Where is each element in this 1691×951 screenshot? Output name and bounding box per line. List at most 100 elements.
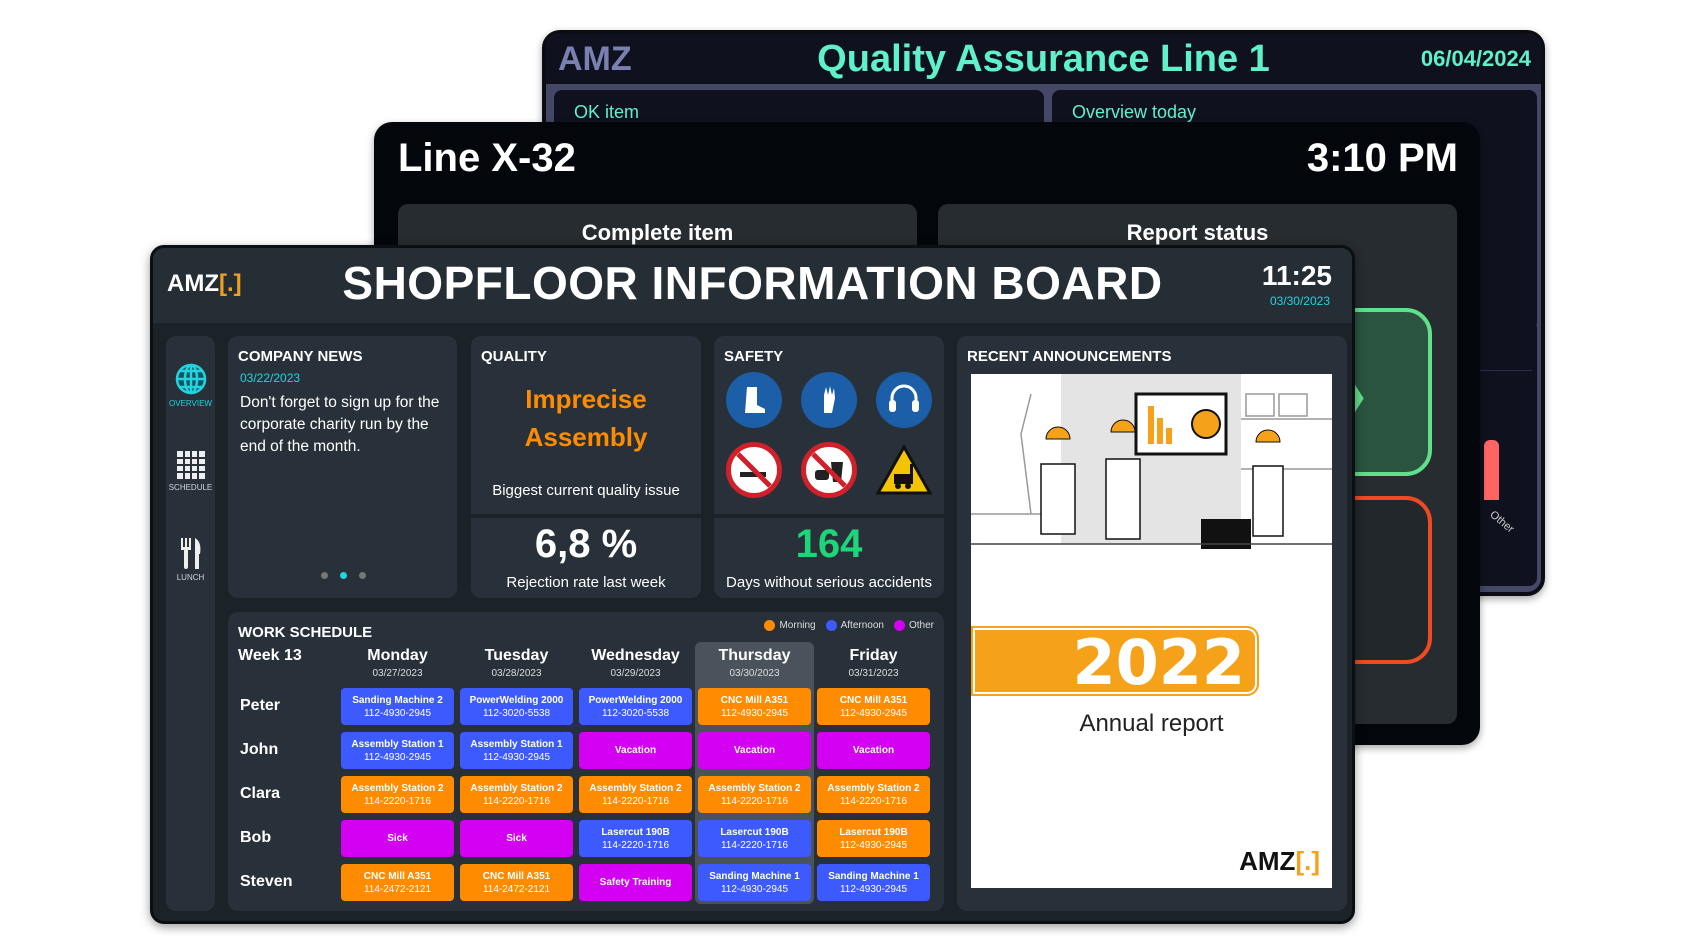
line-time: 3:10 PM — [1306, 136, 1458, 180]
carousel-dot[interactable] — [321, 572, 328, 579]
shift-cell[interactable]: Vacation — [817, 732, 930, 769]
shift-station: Assembly Station 2 — [827, 782, 920, 794]
carousel-dot[interactable] — [359, 572, 366, 579]
globe-icon — [175, 363, 206, 395]
annual-report-cover[interactable]: 2022 Annual report AMZ[.] — [971, 374, 1332, 888]
legend-morning: Morning — [764, 620, 816, 631]
shift-phone: 114-2472-2121 — [363, 883, 432, 895]
year-banner: 2022 — [971, 626, 1259, 699]
shift-station: Safety Training — [599, 877, 672, 888]
shift-station: Sanding Machine 1 — [828, 870, 919, 882]
no-smoking-icon — [726, 442, 782, 498]
board-title: SHOPFLOOR INFORMATION BOARD — [342, 257, 1163, 309]
shift-cell[interactable]: Assembly Station 2 114-2220-1716 — [579, 776, 692, 813]
shift-phone: 114-2220-1716 — [601, 839, 670, 851]
qa-header: AMZ Quality Assurance Line 1 06/04/2024 — [546, 34, 1541, 84]
shift-phone: 114-2220-1716 — [482, 795, 551, 807]
days-without-accidents: 164 — [795, 522, 863, 566]
shift-cell[interactable]: Lasercut 190B 114-2220-1716 — [698, 820, 811, 857]
shift-cell[interactable]: Sick — [460, 820, 573, 857]
shift-cell[interactable]: Sanding Machine 2 112-4930-2945 — [341, 688, 454, 725]
shift-cell[interactable]: Safety Training — [579, 864, 692, 901]
shift-phone: 112-4930-2945 — [720, 883, 789, 895]
qa-date: 06/04/2024 — [1420, 46, 1531, 71]
shift-cell[interactable]: PowerWelding 2000 112-3020-5538 — [460, 688, 573, 725]
forklift-warning-icon — [876, 442, 932, 498]
shift-station: CNC Mill A351 — [363, 870, 432, 882]
shift-cell[interactable]: PowerWelding 2000 112-3020-5538 — [579, 688, 692, 725]
shift-station: Vacation — [733, 745, 776, 756]
shift-cell[interactable]: Assembly Station 2 114-2220-1716 — [341, 776, 454, 813]
shift-station: Assembly Station 2 — [351, 782, 444, 794]
shift-phone: 114-2220-1716 — [720, 839, 789, 851]
rejection-rate-panel: 6,8 % Rejection rate last week — [471, 518, 701, 598]
cover-logo: AMZ[.] — [1239, 846, 1320, 876]
news-date: 03/22/2023 — [240, 371, 301, 385]
legend-other: Other — [893, 620, 934, 631]
sidebar-label: LUNCH — [176, 573, 205, 582]
quality-issue-label: Biggest current quality issue — [492, 482, 680, 499]
shift-cell[interactable]: CNC Mill A351 114-2472-2121 — [460, 864, 573, 901]
safety-boots-icon — [726, 372, 782, 428]
shift-phone: 112-4930-2945 — [482, 751, 551, 763]
legend-swatch — [764, 620, 776, 631]
shift-phone: 112-4930-2945 — [839, 839, 908, 851]
week-label: Week 13 — [238, 647, 302, 664]
shift-cell[interactable]: Assembly Station 2 114-2220-1716 — [817, 776, 930, 813]
carousel-dot-active[interactable] — [340, 572, 347, 579]
shift-phone: 114-2220-1716 — [720, 795, 789, 807]
shift-cell[interactable]: Assembly Station 2 114-2220-1716 — [460, 776, 573, 813]
board-header: AMZ[.] SHOPFLOOR INFORMATION BOARD 11:25… — [153, 248, 1352, 323]
company-news-panel: COMPANY NEWS 03/22/2023 Don't forget to … — [228, 336, 457, 598]
shift-cell[interactable]: CNC Mill A351 112-4930-2945 — [817, 688, 930, 725]
report-caption: Annual report — [1079, 710, 1224, 737]
shift-station: Vacation — [852, 745, 895, 756]
shift-cell[interactable]: Assembly Station 2 114-2220-1716 — [698, 776, 811, 813]
shift-cell[interactable]: Sanding Machine 1 112-4930-2945 — [698, 864, 811, 901]
legend-afternoon: Afternoon — [825, 620, 884, 631]
shift-station: Lasercut 190B — [601, 826, 670, 838]
shift-station: Lasercut 190B — [839, 826, 908, 838]
panel-title: RECENT ANNOUNCEMENTS — [967, 348, 1172, 365]
panel-title: SAFETY — [724, 348, 784, 365]
day-date: 03/30/2023 — [729, 668, 780, 679]
panel-title: QUALITY — [481, 348, 547, 365]
rejection-rate: 6,8 % — [534, 522, 638, 566]
shift-cell[interactable]: CNC Mill A351 114-2472-2121 — [341, 864, 454, 901]
chart-bar — [1484, 440, 1499, 500]
news-text: Don't forget to sign up for the corporat… — [240, 394, 440, 455]
shift-cell[interactable]: Assembly Station 1 112-4930-2945 — [460, 732, 573, 769]
shift-station: PowerWelding 2000 — [469, 694, 564, 706]
sidebar-item-schedule[interactable]: SCHEDULE — [166, 450, 215, 492]
shift-cell[interactable]: Vacation — [579, 732, 692, 769]
shift-station: Lasercut 190B — [720, 826, 789, 838]
shift-cell[interactable]: Sick — [341, 820, 454, 857]
employee-name: John — [240, 741, 279, 758]
shift-station: CNC Mill A351 — [839, 694, 908, 706]
carousel-dots — [321, 572, 366, 579]
day-header: Wednesday — [591, 647, 680, 664]
days-without-accidents-label: Days without serious accidents — [726, 574, 932, 591]
sidebar-item-lunch[interactable]: LUNCH — [166, 536, 215, 582]
shift-cell[interactable]: CNC Mill A351 112-4930-2945 — [698, 688, 811, 725]
safety-gloves-icon — [801, 372, 857, 428]
legend-swatch — [893, 620, 905, 631]
shift-cell[interactable]: Sanding Machine 1 112-4930-2945 — [817, 864, 930, 901]
shift-phone: 112-4930-2945 — [839, 883, 908, 895]
quality-issue: Imprecise Assembly — [524, 384, 648, 452]
shift-station: Assembly Station 1 — [470, 738, 563, 750]
shift-phone: 114-2220-1716 — [839, 795, 908, 807]
schedule-legend: Morning Afternoon Other — [764, 620, 934, 631]
sidebar-item-overview[interactable]: OVERVIEW — [166, 362, 215, 408]
shift-station: CNC Mill A351 — [482, 870, 551, 882]
shift-station: Assembly Station 2 — [470, 782, 563, 794]
day-date: 03/31/2023 — [848, 668, 899, 679]
shift-cell[interactable]: Lasercut 190B 114-2220-1716 — [579, 820, 692, 857]
sidebar-label: OVERVIEW — [169, 399, 212, 408]
rejection-rate-label: Rejection rate last week — [506, 574, 666, 591]
qa-title: Quality Assurance Line 1 — [817, 38, 1270, 80]
shift-cell[interactable]: Lasercut 190B 112-4930-2945 — [817, 820, 930, 857]
shift-cell[interactable]: Vacation — [698, 732, 811, 769]
shift-cell[interactable]: Assembly Station 1 112-4930-2945 — [341, 732, 454, 769]
day-header: Friday — [849, 647, 898, 664]
